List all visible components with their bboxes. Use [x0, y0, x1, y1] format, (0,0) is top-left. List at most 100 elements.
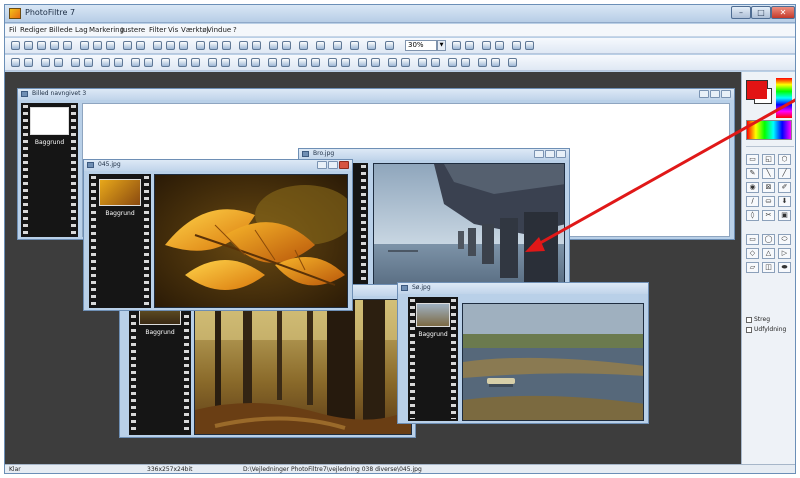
menu-tools[interactable]: Værktøj [181, 26, 209, 34]
minimize-icon[interactable] [317, 161, 327, 169]
bridge-photo[interactable] [373, 163, 565, 297]
slideshow-icon[interactable] [525, 41, 534, 50]
fill-icon[interactable] [350, 41, 359, 50]
settings-icon[interactable] [508, 58, 517, 67]
monitor-icon[interactable] [367, 41, 376, 50]
leaf-image-window[interactable]: 045.jpg Baggrund [83, 159, 353, 311]
mirror-h-icon[interactable] [268, 58, 277, 67]
texture-icon[interactable] [221, 58, 230, 67]
maximize-icon[interactable] [710, 90, 720, 98]
layer-thumbnail[interactable] [416, 303, 450, 327]
maximize-icon[interactable] [328, 161, 338, 169]
menu-filter[interactable]: Filter [149, 26, 166, 34]
tool-button-3[interactable]: ✎ [746, 168, 759, 179]
tool-button-10[interactable]: ⛀ [762, 196, 775, 207]
tool-button-7[interactable]: ⊠ [762, 182, 775, 193]
automate-icon[interactable] [316, 41, 325, 50]
print-icon[interactable] [50, 41, 59, 50]
shadow-icon[interactable] [251, 58, 260, 67]
noise-icon[interactable] [161, 58, 170, 67]
image-size-icon[interactable] [153, 41, 162, 50]
shape-button-6[interactable]: ▱ [746, 262, 759, 273]
tool-button-6[interactable]: ◉ [746, 182, 759, 193]
maximize-button[interactable]: □ [751, 6, 771, 19]
minimize-icon[interactable] [534, 150, 544, 158]
text-icon[interactable] [239, 41, 248, 50]
close-icon[interactable] [721, 90, 731, 98]
saturation-icon[interactable] [71, 58, 80, 67]
selection-icon[interactable] [282, 41, 291, 50]
zoom-out-icon[interactable] [465, 41, 474, 50]
zoom-select[interactable]: 30% [405, 40, 437, 51]
brightness-icon[interactable] [41, 58, 50, 67]
layer-thumbnail[interactable] [30, 107, 69, 135]
save-icon[interactable] [37, 41, 46, 50]
chevron-down-icon[interactable]: ▼ [437, 40, 446, 51]
menu-window[interactable]: Vindue [207, 26, 231, 34]
emboss-icon[interactable] [178, 58, 187, 67]
gradient-icon[interactable] [252, 41, 261, 50]
zoom-in-icon[interactable] [452, 41, 461, 50]
dodge-icon[interactable] [328, 58, 337, 67]
canvas-size-icon[interactable] [166, 41, 175, 50]
mirror-v-icon[interactable] [281, 58, 290, 67]
tool-button-13[interactable]: ✂ [762, 210, 775, 221]
actual-size-icon[interactable] [482, 41, 491, 50]
undo-icon[interactable] [123, 41, 132, 50]
redo-icon[interactable] [136, 41, 145, 50]
menu-selection[interactable]: Markering [89, 26, 124, 34]
menu-file[interactable]: Fil [9, 26, 16, 34]
border-icon[interactable] [478, 58, 487, 67]
shape-button-2[interactable]: ⬭ [778, 234, 791, 245]
layer-thumbnail[interactable] [99, 179, 141, 206]
rotate-left-icon[interactable] [298, 58, 307, 67]
tool-button-11[interactable]: ⬇ [778, 196, 791, 207]
tool-button-8[interactable]: ✐ [778, 182, 791, 193]
new-icon[interactable] [11, 41, 20, 50]
menu-layer[interactable]: Lag [75, 26, 88, 34]
shape-button-0[interactable]: ▭ [746, 234, 759, 245]
grayscale-icon[interactable] [101, 58, 110, 67]
flip-icon[interactable] [209, 41, 218, 50]
tool-button-2[interactable]: ⬡ [778, 154, 791, 165]
color-bar[interactable] [746, 120, 792, 140]
fill-checkbox[interactable]: Udfyldning [746, 326, 786, 333]
edges-icon[interactable] [191, 58, 200, 67]
forest-photo[interactable] [194, 299, 412, 435]
minimize-button[interactable]: – [731, 6, 751, 19]
posterize-icon[interactable] [448, 58, 457, 67]
tool-button-0[interactable]: ▭ [746, 154, 759, 165]
burn-icon[interactable] [341, 58, 350, 67]
paste-icon[interactable] [106, 41, 115, 50]
color-balance-icon[interactable] [401, 58, 410, 67]
maximize-icon[interactable] [545, 150, 555, 158]
hue-icon[interactable] [418, 58, 427, 67]
lake-image-window[interactable]: Sø.jpg Baggrund [397, 282, 649, 424]
auto-contrast-icon[interactable] [24, 58, 33, 67]
stroke-checkbox[interactable]: Streg [746, 316, 770, 323]
fade-icon[interactable] [491, 58, 500, 67]
menu-view[interactable]: Vis [168, 26, 178, 34]
foreground-swatch[interactable] [747, 81, 767, 99]
tool-button-5[interactable]: ╱ [778, 168, 791, 179]
preview-icon[interactable] [385, 41, 394, 50]
transparency-icon[interactable] [269, 41, 278, 50]
close-icon[interactable] [339, 161, 349, 169]
threshold-icon[interactable] [461, 58, 470, 67]
blur-icon[interactable] [131, 58, 140, 67]
tool-button-14[interactable]: ▣ [778, 210, 791, 221]
brush-icon[interactable] [333, 41, 342, 50]
shape-button-1[interactable]: ◯ [762, 234, 775, 245]
cut-icon[interactable] [80, 41, 89, 50]
leaf-photo[interactable] [154, 174, 348, 308]
shape-button-3[interactable]: ◇ [746, 248, 759, 259]
menu-image[interactable]: Billede [49, 26, 73, 34]
deform-icon[interactable] [208, 58, 217, 67]
clone-icon[interactable] [371, 58, 380, 67]
menu-edit[interactable]: Rediger [20, 26, 47, 34]
lake-photo[interactable] [462, 303, 644, 421]
frame-icon[interactable] [238, 58, 247, 67]
rotate-right-icon[interactable] [311, 58, 320, 67]
red-eye-icon[interactable] [388, 58, 397, 67]
crop-icon[interactable] [179, 41, 188, 50]
